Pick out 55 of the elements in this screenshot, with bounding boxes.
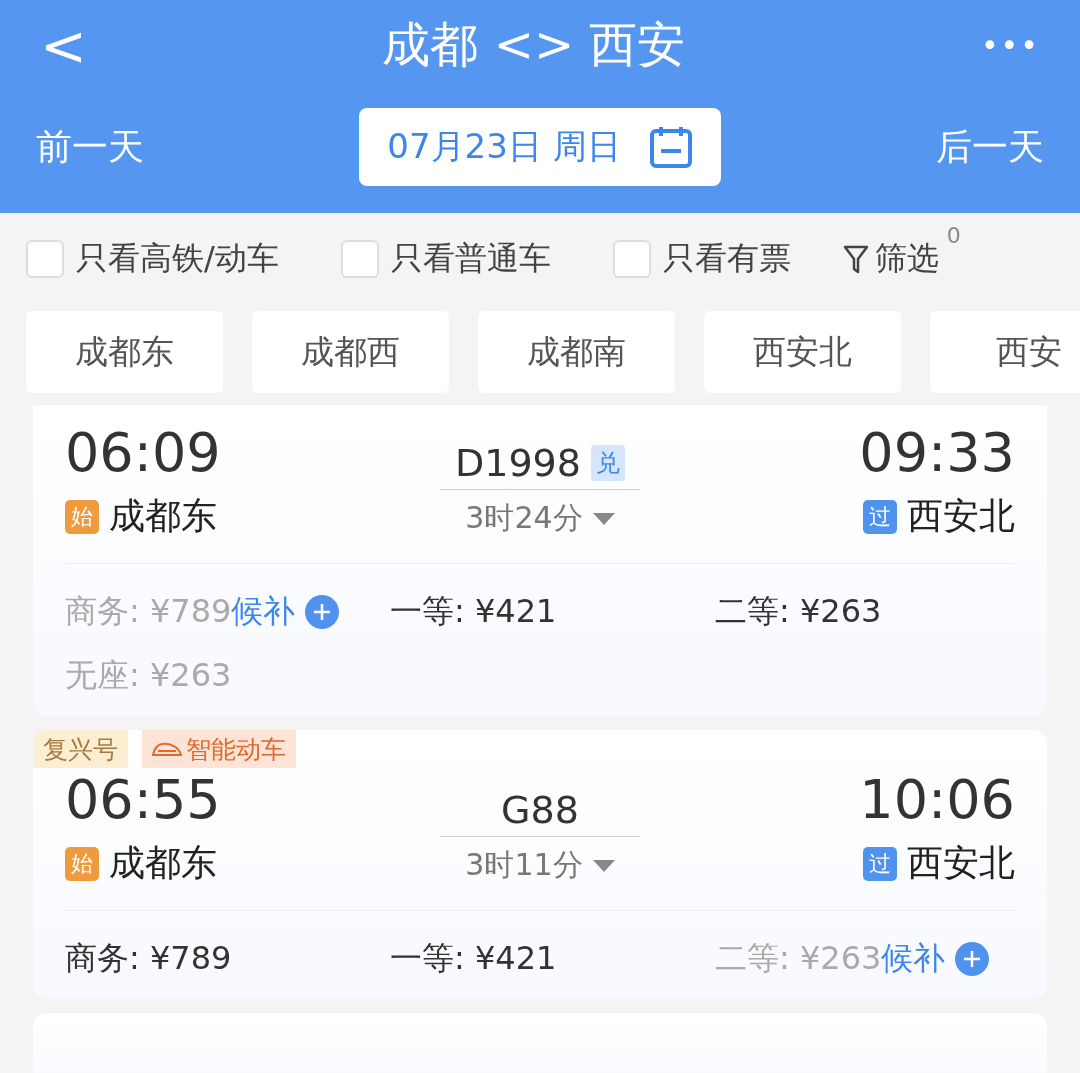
back-button[interactable]: < xyxy=(40,12,87,78)
departure-time: 06:55 xyxy=(65,768,221,831)
train-card[interactable]: 06:09 始 成都东 D1998 兑 3时24分 09:33 过 西安北 商务: ¥789候补 一等: ¥421 二等: ¥263 无座: ¥263 xyxy=(33,405,1047,716)
station-chip[interactable]: 成都南 xyxy=(478,311,675,393)
station-badge: 过 xyxy=(863,846,897,881)
duration[interactable]: 3时11分 xyxy=(465,845,615,886)
station-chip[interactable]: 西安北 xyxy=(704,311,901,393)
checkbox[interactable] xyxy=(26,240,64,278)
waitlist-button[interactable]: 候补 xyxy=(231,590,340,634)
train-tag: 复兴号 xyxy=(33,730,128,768)
plus-icon xyxy=(305,595,340,629)
seat-price: 一等: ¥421 xyxy=(390,591,557,632)
station-chip[interactable]: 成都东 xyxy=(26,311,223,393)
departure-station: 成都东 xyxy=(109,841,217,885)
train-icon xyxy=(152,741,182,757)
duration[interactable]: 3时24分 xyxy=(465,498,615,539)
train-number: G88 xyxy=(501,788,579,832)
station-badge: 始 xyxy=(65,846,99,881)
calendar-icon xyxy=(648,125,693,169)
train-number: D1998 xyxy=(455,441,581,485)
plus-icon xyxy=(955,942,990,976)
date-picker[interactable]: 07月23日 周日 xyxy=(359,108,721,186)
next-day-button[interactable]: 后一天 xyxy=(936,122,1044,172)
station-badge: 过 xyxy=(863,499,897,534)
checkbox-label: 只看普通车 xyxy=(390,238,551,279)
filter-count: 0 xyxy=(946,223,961,248)
arrival-station: 西安北 xyxy=(907,494,1015,538)
checkbox-label: 只看高铁/动车 xyxy=(76,238,279,279)
train-tag: 智能动车 xyxy=(142,730,296,768)
arrival-time: 10:06 xyxy=(859,768,1015,831)
seat-price: 二等: ¥263 xyxy=(715,938,882,979)
seat-price: 二等: ¥263 xyxy=(715,591,882,632)
seat-price: 一等: ¥421 xyxy=(390,938,557,979)
train-card[interactable]: 复兴号 智能动车 06:55 始 成都东 G88 3时11分 10:06 过 西安北 商务: ¥789 一等: ¥421 二等: ¥263候补 xyxy=(33,730,1047,999)
funnel-icon xyxy=(842,244,869,274)
waitlist-button[interactable]: 候补 xyxy=(881,937,990,981)
station-chip[interactable]: 西安 xyxy=(930,311,1080,393)
departure-station: 成都东 xyxy=(109,494,217,538)
previous-day-button[interactable]: 前一天 xyxy=(36,122,144,172)
seat-price: 商务: ¥789 xyxy=(65,938,232,979)
station-chip[interactable]: 成都西 xyxy=(252,311,449,393)
seat-price: 商务: ¥789 xyxy=(65,591,232,632)
arrival-time: 09:33 xyxy=(859,421,1015,484)
caret-icon xyxy=(592,859,615,872)
checkbox-label: 只看有票 xyxy=(662,238,791,279)
route-title: 成都 <> 西安 xyxy=(382,15,686,74)
arrival-station: 西安北 xyxy=(907,841,1015,885)
seat-price: 无座: ¥263 xyxy=(65,655,232,696)
departure-time: 06:09 xyxy=(65,421,221,484)
station-badge: 始 xyxy=(65,499,99,534)
more-button[interactable]: ••• xyxy=(980,27,1040,63)
checkbox[interactable] xyxy=(340,240,379,278)
train-badge: 兑 xyxy=(590,445,625,481)
checkbox[interactable] xyxy=(612,240,651,278)
caret-icon xyxy=(592,512,615,525)
